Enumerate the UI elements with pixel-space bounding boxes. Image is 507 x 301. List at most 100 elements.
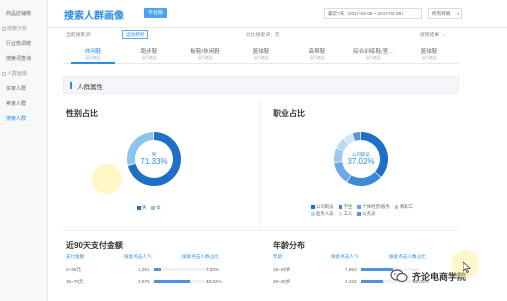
watermark: 齐论电商学院 bbox=[388, 266, 507, 286]
compare-keyword-label: 对比搜索词：无 bbox=[246, 33, 280, 38]
tab-label: 跑步鞋 bbox=[140, 49, 158, 55]
age-title: 年龄分布 bbox=[273, 241, 305, 250]
legend-item[interactable]: 女 bbox=[151, 205, 161, 211]
tab-label: 板鞋/休闲鞋 bbox=[190, 49, 220, 55]
share-bar bbox=[154, 280, 212, 283]
occupation-title: 职业占比 bbox=[273, 109, 305, 118]
table-header: 搜索点击人气 bbox=[124, 254, 152, 259]
chevron-down-icon: ⌄ bbox=[442, 33, 447, 38]
legend-swatch bbox=[357, 212, 361, 216]
sidebar-item[interactable]: 买家人群 bbox=[0, 83, 48, 95]
chevron-down-icon: ▾ bbox=[456, 11, 459, 16]
sidebar-item-label: 卖家人群 bbox=[6, 101, 27, 107]
tab-label: 篮球鞋 bbox=[420, 49, 438, 55]
section-marker bbox=[70, 82, 72, 89]
page-title: 搜索人群画像 bbox=[64, 11, 124, 22]
legend-item[interactable]: 教职工 bbox=[394, 203, 414, 210]
legend-swatch bbox=[151, 206, 155, 210]
legend-label: 女 bbox=[156, 205, 161, 210]
sidebar-item-label: 搜索人群 bbox=[6, 116, 27, 122]
tab-category[interactable]: 篮球鞋 运行商品 bbox=[239, 44, 283, 64]
table-header: 搜索点击人数占比 bbox=[182, 254, 219, 259]
tab-sublabel: 运行商品 bbox=[141, 56, 157, 60]
table-header: 支付金额 bbox=[66, 254, 85, 259]
range-cell: 26~30岁 bbox=[273, 279, 291, 284]
table-header: 搜索点击人数占比 bbox=[389, 254, 426, 259]
sidebar-item[interactable]: 商品店铺榜 bbox=[0, 8, 48, 20]
gender-donut-chart: 男71.33% bbox=[127, 132, 181, 186]
tab-label: 休闲鞋 bbox=[84, 49, 102, 55]
tab-category[interactable]: 篮球鞋 运行商品 bbox=[407, 44, 451, 64]
legend-swatch bbox=[394, 205, 399, 209]
folder-icon bbox=[2, 26, 6, 31]
tab-category[interactable]: 休闲鞋 运行商品 bbox=[71, 44, 115, 64]
tab-sublabel: 运行商品 bbox=[365, 56, 381, 60]
sidebar-item[interactable]: 搜索词查询 bbox=[0, 53, 48, 65]
table-header: 年龄 bbox=[273, 254, 283, 259]
tab-category[interactable]: 高帮鞋 运行商品 bbox=[295, 44, 339, 64]
gender-title: 性别占比 bbox=[66, 109, 98, 118]
legend-label: 工人 bbox=[343, 211, 353, 216]
legend-label: 学生 bbox=[343, 204, 353, 209]
legend-label: 公司职员 bbox=[316, 204, 334, 209]
sidebar: 商品店铺榜搜索分析行业热词榜搜索词查询人群画像买家人群卖家人群搜索人群 bbox=[0, 0, 48, 301]
share-bar bbox=[154, 268, 212, 271]
legend-swatch bbox=[311, 205, 315, 209]
legend-item[interactable]: 公司职员 bbox=[311, 203, 334, 210]
range-cell: 0~35元 bbox=[66, 267, 81, 272]
sidebar-item[interactable]: 搜索人群 bbox=[0, 113, 48, 125]
divider bbox=[63, 230, 459, 231]
channel-select[interactable]: 所有终端 ▾ bbox=[428, 8, 462, 19]
share-bar-fill bbox=[154, 280, 190, 283]
share-bar-fill bbox=[154, 268, 161, 271]
sidebar-group[interactable]: 搜索分析 bbox=[0, 23, 48, 35]
legend-label: 公务员 bbox=[362, 211, 376, 216]
popularity-cell: 3,875 bbox=[138, 279, 150, 284]
tab-category[interactable]: 综合训练鞋/室... 运行商品 bbox=[351, 44, 395, 64]
legend-label: 个体经营/服务 bbox=[362, 204, 390, 209]
legend-swatch bbox=[311, 212, 315, 216]
tab-category[interactable]: 板鞋/休闲鞋 运行商品 bbox=[183, 44, 227, 64]
legend-label: 医务人员 bbox=[316, 211, 334, 216]
range-cell: 35~75元 bbox=[66, 279, 84, 284]
payment-title: 近90天支付金额 bbox=[66, 241, 123, 250]
sidebar-item-label: 搜索词查询 bbox=[6, 56, 32, 62]
legend-item[interactable]: 医务人员 bbox=[311, 210, 334, 217]
table-header: 搜索点击人气 bbox=[331, 254, 359, 259]
legend-item[interactable]: 学生 bbox=[338, 203, 353, 210]
search-result-dropdown[interactable]: 搜索结果 ⌄ bbox=[420, 31, 446, 38]
header: 搜索人群画像 平台版 最近7天（2017-02-08 ~ 2017-02-08）… bbox=[48, 0, 507, 28]
legend-item[interactable]: 个体经营/服务 bbox=[357, 203, 390, 210]
tab-sublabel: 运行商品 bbox=[253, 56, 269, 60]
sidebar-item[interactable]: 卖家人群 bbox=[0, 98, 48, 110]
current-keyword-chip[interactable]: 运动鞋男 bbox=[122, 30, 149, 39]
gender-legend: 男女 bbox=[137, 205, 166, 211]
legend-label: 教职工 bbox=[399, 204, 414, 209]
divider bbox=[260, 100, 261, 228]
wechat-icon bbox=[390, 269, 408, 283]
legend-item[interactable]: 男 bbox=[137, 205, 146, 211]
date-range-picker[interactable]: 最近7天（2017-02-08 ~ 2017-02-08） bbox=[324, 8, 422, 19]
legend-label: 男 bbox=[142, 205, 147, 210]
legend-item[interactable]: 工人 bbox=[338, 210, 353, 217]
mouse-cursor-icon bbox=[463, 262, 471, 273]
share-bar-fill bbox=[361, 280, 384, 283]
legend-swatch bbox=[338, 212, 343, 216]
category-tabs: 休闲鞋 运行商品 跑步鞋 运行商品 板鞋/休闲鞋 运行商品 篮球鞋 运行商品 高帮鞋 运行商品 综合… bbox=[63, 44, 459, 64]
legend-item[interactable]: 公务员 bbox=[357, 210, 376, 217]
occupation-slice[interactable] bbox=[347, 172, 381, 186]
tab-sublabel: 运行商品 bbox=[421, 56, 437, 60]
tab-label: 综合训练鞋/室... bbox=[353, 49, 393, 55]
occupation-legend: 公司职员 学生 个体经营/服务 教职工医务人员 工人 公务员 bbox=[311, 203, 421, 217]
sidebar-item-label: 人群画像 bbox=[7, 71, 28, 77]
tab-category[interactable]: 跑步鞋 运行商品 bbox=[127, 44, 171, 64]
occupation-center-value: 37.02% bbox=[347, 157, 374, 166]
sidebar-item[interactable]: 行业热词榜 bbox=[0, 38, 48, 50]
tab-sublabel: 运行商品 bbox=[85, 56, 101, 60]
occupation-slice[interactable] bbox=[334, 148, 344, 163]
tab-label: 高帮鞋 bbox=[308, 49, 326, 55]
popularity-cell: 7,853 bbox=[345, 267, 357, 272]
popularity-cell: 4,233 bbox=[345, 279, 357, 284]
share-cell: 7.33% bbox=[206, 267, 220, 272]
sidebar-group[interactable]: 人群画像 bbox=[0, 68, 48, 80]
